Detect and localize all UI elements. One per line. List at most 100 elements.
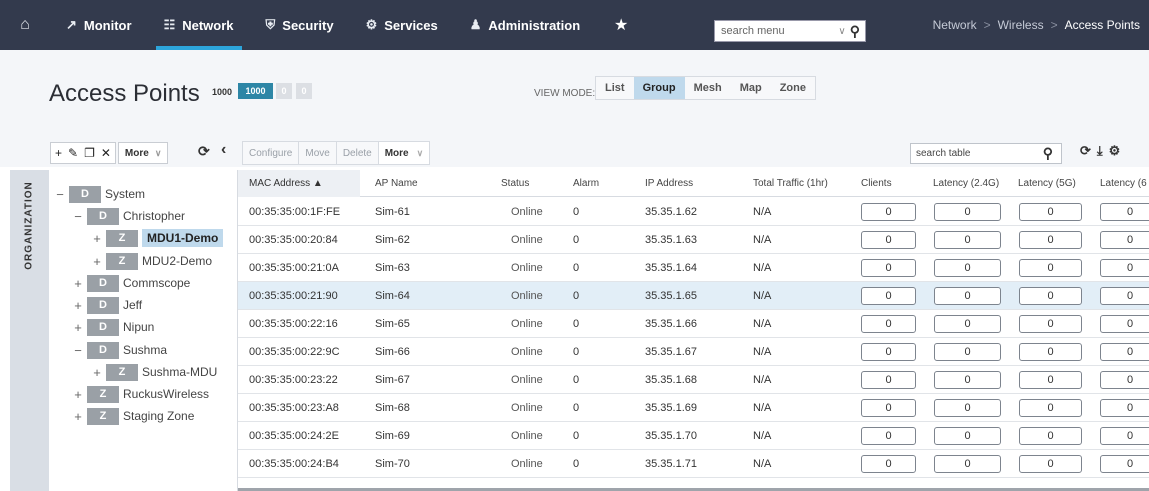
clients-box[interactable]: 0 <box>861 371 916 389</box>
edit-icon[interactable]: ✎ <box>68 146 78 160</box>
latency-6-box[interactable]: 0 <box>1100 259 1149 277</box>
plus-icon[interactable]: + <box>55 146 62 160</box>
latency-24-box[interactable]: 0 <box>934 287 1001 305</box>
latency-24-box[interactable]: 0 <box>934 455 1001 473</box>
latency-24-box[interactable]: 0 <box>934 231 1001 249</box>
column-header-latency-6[interactable]: Latency (6 <box>1100 170 1147 197</box>
copy-icon[interactable]: ❐ <box>84 146 95 160</box>
tab-zone[interactable]: Zone <box>771 77 815 99</box>
flagged-count-badge[interactable]: 0 <box>276 83 292 99</box>
tree-node-christopher[interactable]: − D Christopher <box>71 206 185 226</box>
expand-icon[interactable]: + <box>71 387 85 402</box>
tree-node-mdu1-demo[interactable]: + Z MDU1-Demo <box>90 228 224 248</box>
latency-24-box[interactable]: 0 <box>934 399 1001 417</box>
latency-5-box[interactable]: 0 <box>1019 399 1082 417</box>
clients-box[interactable]: 0 <box>861 343 916 361</box>
clients-box[interactable]: 0 <box>861 287 916 305</box>
clients-box[interactable]: 0 <box>861 315 916 333</box>
expand-icon[interactable]: + <box>71 320 85 335</box>
move-button[interactable]: Move <box>299 142 337 164</box>
table-row[interactable]: 00:35:35:00:21:90 Sim-64 Online 0 35.35.1.65… <box>238 282 1149 310</box>
refresh-icon[interactable]: ⟳ <box>198 143 210 160</box>
latency-5-box[interactable]: 0 <box>1019 231 1082 249</box>
tree-node-nipun[interactable]: + D Nipun <box>71 317 154 337</box>
table-row[interactable]: 00:35:35:00:24:B4 Sim-70 Online 0 35.35.1.71… <box>238 450 1149 478</box>
breadcrumb-network[interactable]: Network <box>933 18 977 32</box>
column-header-mac[interactable]: MAC Address ▲ <box>238 170 360 197</box>
latency-5-box[interactable]: 0 <box>1019 259 1082 277</box>
collapse-icon[interactable]: − <box>53 187 67 202</box>
clients-box[interactable]: 0 <box>861 455 916 473</box>
latency-5-box[interactable]: 0 <box>1019 343 1082 361</box>
tree-node-jeff[interactable]: + D Jeff <box>71 295 142 315</box>
table-row[interactable]: 00:35:35:00:20:84 Sim-62 Online 0 35.35.1.63… <box>238 226 1149 254</box>
column-header-clients[interactable]: Clients <box>861 170 892 197</box>
clients-box[interactable]: 0 <box>861 203 916 221</box>
table-row[interactable]: 00:35:35:00:22:9C Sim-66 Online 0 35.35.1.67… <box>238 338 1149 366</box>
star-icon[interactable]: ★ <box>596 15 646 35</box>
tab-map[interactable]: Map <box>731 77 771 99</box>
latency-5-box[interactable]: 0 <box>1019 427 1082 445</box>
online-count-badge[interactable]: 1000 <box>238 83 273 99</box>
latency-5-box[interactable]: 0 <box>1019 455 1082 473</box>
expand-icon[interactable]: + <box>71 409 85 424</box>
latency-24-box[interactable]: 0 <box>934 427 1001 445</box>
tree-node-sushma-mdu[interactable]: + Z Sushma-MDU <box>90 362 217 382</box>
latency-24-box[interactable]: 0 <box>934 203 1001 221</box>
tab-list[interactable]: List <box>596 77 634 99</box>
latency-5-box[interactable]: 0 <box>1019 203 1082 221</box>
chevron-left-icon[interactable]: ‹ <box>221 141 226 159</box>
offline-count-badge[interactable]: 0 <box>296 83 312 99</box>
column-header-ip[interactable]: IP Address <box>645 170 693 197</box>
organization-label[interactable]: ORGANIZATION <box>10 170 49 280</box>
latency-5-box[interactable]: 0 <box>1019 287 1082 305</box>
gear-icon[interactable]: ⚙ <box>1109 143 1121 159</box>
latency-6-box[interactable]: 0 <box>1100 231 1149 249</box>
tree-node-system[interactable]: − D System <box>53 184 145 204</box>
tree-node-sushma[interactable]: − D Sushma <box>71 340 167 360</box>
delete-icon[interactable]: ✕ <box>101 146 111 160</box>
search-table-input[interactable]: search table ⚲ <box>910 143 1062 164</box>
latency-6-box[interactable]: 0 <box>1100 399 1149 417</box>
configure-button[interactable]: Configure <box>243 142 300 164</box>
tree-node-staging-zone[interactable]: + Z Staging Zone <box>71 406 194 426</box>
tab-mesh[interactable]: Mesh <box>685 77 731 99</box>
latency-24-box[interactable]: 0 <box>934 315 1001 333</box>
latency-6-box[interactable]: 0 <box>1100 315 1149 333</box>
collapse-icon[interactable]: − <box>71 343 85 358</box>
nav-monitor[interactable]: ↗ Monitor <box>50 0 148 50</box>
latency-6-box[interactable]: 0 <box>1100 427 1149 445</box>
download-icon[interactable]: ⤓ <box>1097 143 1103 159</box>
tree-node-ruckuswireless[interactable]: + Z RuckusWireless <box>71 384 209 404</box>
table-row[interactable]: 00:35:35:00:23:A8 Sim-68 Online 0 35.35.1.69… <box>238 394 1149 422</box>
latency-6-box[interactable]: 0 <box>1100 203 1149 221</box>
expand-icon[interactable]: + <box>90 231 104 246</box>
clients-box[interactable]: 0 <box>861 427 916 445</box>
latency-24-box[interactable]: 0 <box>934 371 1001 389</box>
expand-icon[interactable]: + <box>71 298 85 313</box>
tree-node-commscope[interactable]: + D Commscope <box>71 273 190 293</box>
latency-24-box[interactable]: 0 <box>934 343 1001 361</box>
column-header-latency-24[interactable]: Latency (2.4G) <box>933 170 999 197</box>
latency-6-box[interactable]: 0 <box>1100 455 1149 473</box>
search-icon[interactable]: ⚲ <box>850 23 860 40</box>
nav-services[interactable]: ⚙ Services <box>350 0 454 50</box>
latency-5-box[interactable]: 0 <box>1019 371 1082 389</box>
column-header-latency-5[interactable]: Latency (5G) <box>1018 170 1076 197</box>
table-row[interactable]: 00:35:35:00:23:22 Sim-67 Online 0 35.35.1.68… <box>238 366 1149 394</box>
table-row[interactable]: 00:35:35:00:22:16 Sim-65 Online 0 35.35.1.66… <box>238 310 1149 338</box>
latency-6-box[interactable]: 0 <box>1100 343 1149 361</box>
breadcrumb-wireless[interactable]: Wireless <box>998 18 1044 32</box>
expand-icon[interactable]: + <box>90 365 104 380</box>
table-row[interactable]: 00:35:35:00:21:0A Sim-63 Online 0 35.35.1.64… <box>238 254 1149 282</box>
chevron-down-icon[interactable]: ∨ <box>838 26 845 37</box>
nav-security[interactable]: ⛨ Security <box>250 0 350 50</box>
collapse-icon[interactable]: − <box>71 209 85 224</box>
tree-more-dropdown[interactable]: More ∨ <box>117 142 169 164</box>
latency-6-box[interactable]: 0 <box>1100 287 1149 305</box>
delete-button[interactable]: Delete <box>336 142 379 164</box>
clients-box[interactable]: 0 <box>861 231 916 249</box>
column-header-alarm[interactable]: Alarm <box>573 170 599 197</box>
column-header-ap-name[interactable]: AP Name <box>375 170 418 197</box>
nav-network[interactable]: ☷ Network <box>148 0 250 50</box>
